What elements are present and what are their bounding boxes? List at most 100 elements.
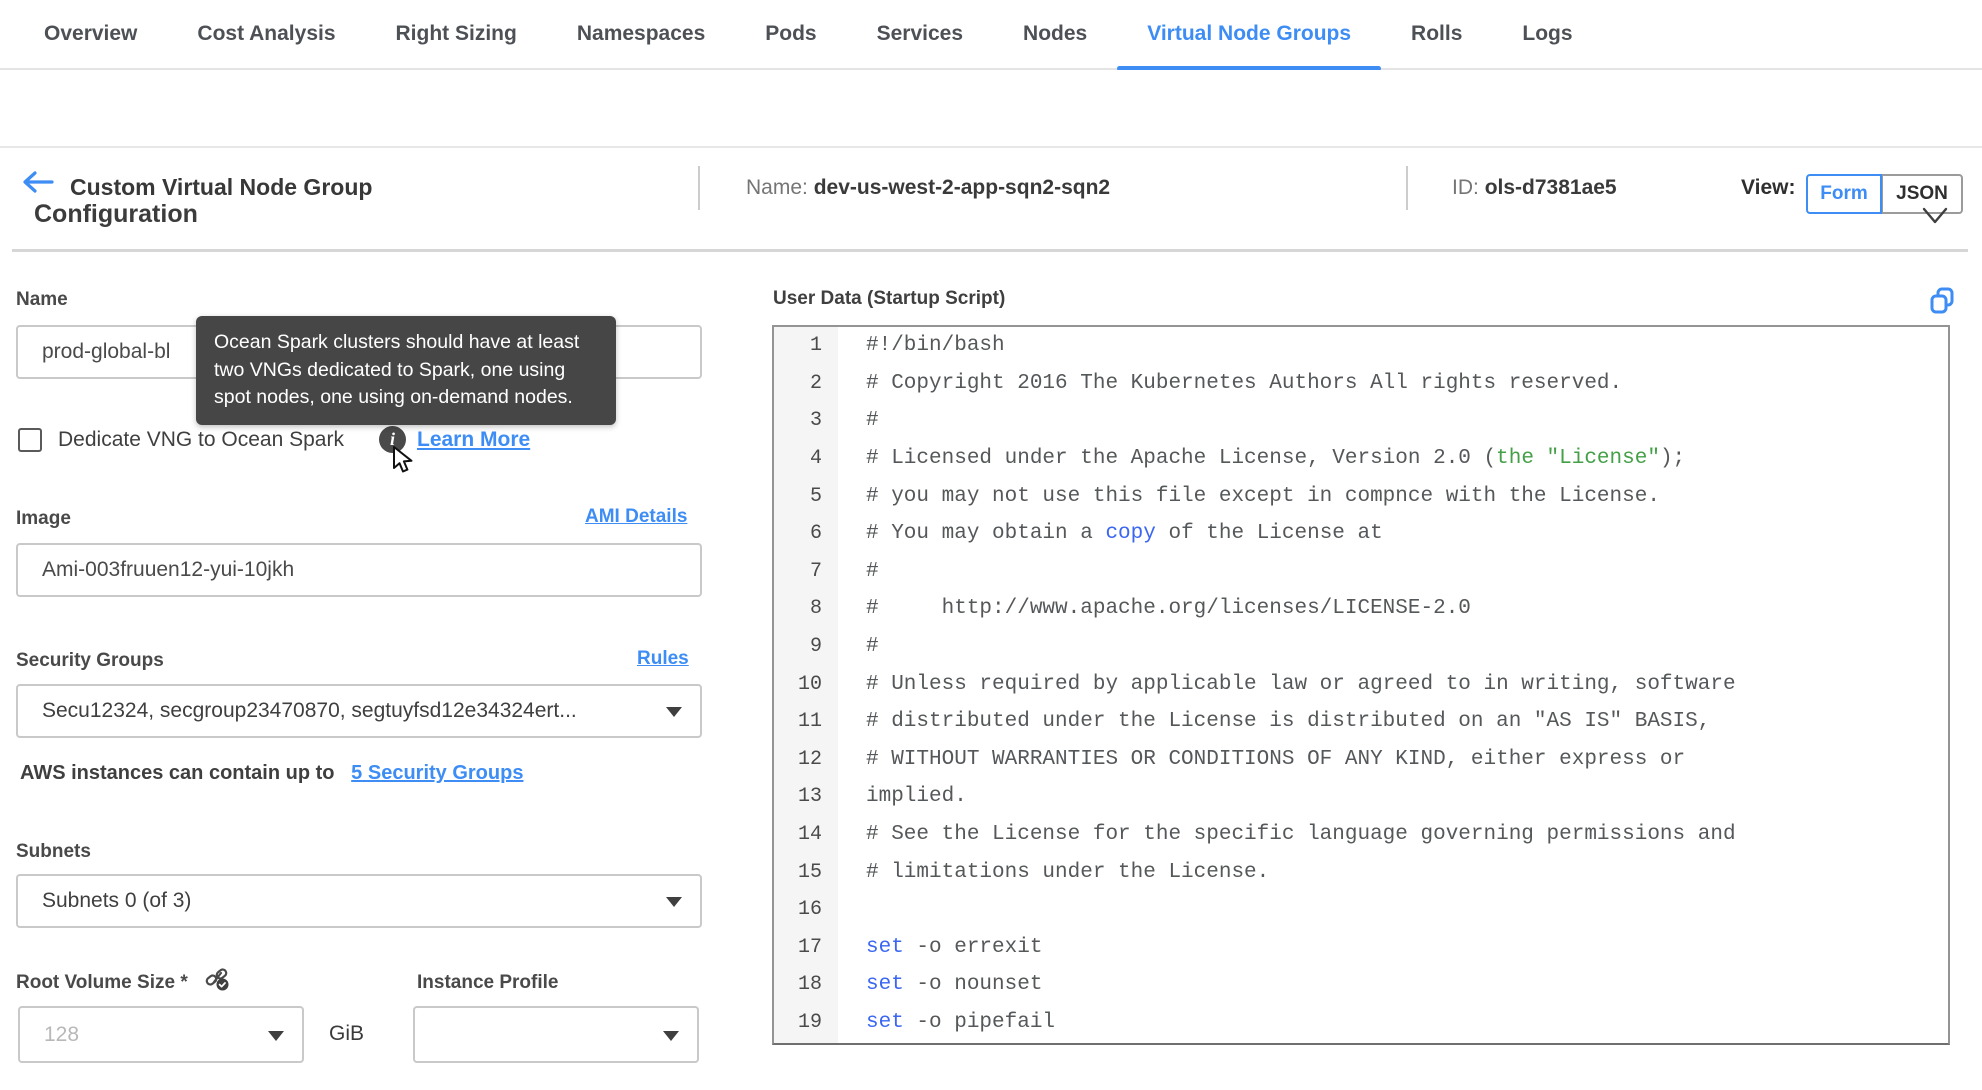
code-line[interactable]: 15 # limitations under the License. (774, 853, 1948, 891)
vng-name-value: dev-us-west-2-app-sqn2-sqn2 (813, 176, 1111, 199)
code-text: set -o nounset (866, 973, 1043, 997)
vng-id: ID: ols-d7381ae5 (1452, 176, 1617, 200)
code-text: # WITHOUT WARRANTIES OR CONDITIONS OF AN… (866, 747, 1686, 771)
configuration-section-title: Configuration (34, 200, 198, 228)
learn-more-link[interactable]: Learn More (417, 428, 530, 452)
tab-nodes[interactable]: Nodes (993, 0, 1117, 69)
code-line[interactable]: 17 set -o errexit (774, 929, 1948, 967)
code-text: # Copyright 2016 The Kubernetes Authors … (866, 371, 1623, 395)
tab-bar: Overview Cost Analysis Right Sizing Namespa… (0, 0, 1982, 71)
tab-cost-analysis[interactable]: Cost Analysis (167, 0, 365, 69)
header: Custom Virtual Node Group Name: dev-us-w… (0, 70, 1982, 214)
code-line[interactable]: 5 # you may not use this file except in c… (774, 477, 1948, 515)
view-label: View: (1741, 176, 1796, 199)
code-line[interactable]: 6 # You may obtain a copy of the License … (774, 515, 1948, 553)
vng-id-label: ID: (1452, 176, 1479, 199)
code-text: set -o errexit (866, 935, 1043, 959)
caret-down-icon (663, 1030, 679, 1041)
code-line[interactable]: 8 # http://www.apache.org/licenses/LICENS… (774, 590, 1948, 628)
security-groups-note: AWS instances can contain up to 5 Securi… (20, 762, 523, 785)
subnets-select[interactable]: Subnets 0 (of 3) (16, 874, 702, 928)
code-line[interactable]: 9 # (774, 628, 1948, 666)
page: Overview Cost Analysis Right Sizing Namespa… (0, 0, 1982, 1090)
line-number: 5 (809, 484, 822, 508)
security-groups-label: Security Groups (16, 650, 164, 671)
line-number: 12 (797, 747, 822, 771)
line-number: 16 (797, 898, 822, 922)
dedicate-vng-label: Dedicate VNG to Ocean Spark (58, 428, 344, 451)
view-form-button[interactable]: Form (1806, 174, 1882, 214)
security-groups-select[interactable]: Secu12324, secgroup23470870, segtuyfsd12… (16, 684, 702, 738)
code-text: # you may not use this file except in co… (866, 484, 1660, 508)
code-text: implied. (866, 785, 967, 809)
code-text: # http://www.apache.org/licenses/LICENSE… (866, 597, 1471, 621)
code-line[interactable]: 10 # Unless required by applicable law or… (774, 665, 1948, 703)
mouse-cursor-icon (393, 446, 413, 473)
code-line[interactable]: 4 # Licensed under the Apache License, Ve… (774, 440, 1948, 478)
code-text: # You may obtain a copy of the License a… (866, 522, 1383, 546)
page-title: Custom Virtual Node Group (70, 174, 373, 200)
instance-profile-select[interactable] (413, 1006, 699, 1063)
tab-virtual-node-groups[interactable]: Virtual Node Groups (1117, 0, 1381, 71)
root-volume-size-select[interactable]: 128 (18, 1006, 304, 1063)
subnets-label: Subnets (16, 841, 91, 862)
back-arrow-icon[interactable] (22, 170, 54, 194)
code-line[interactable]: 3 # (774, 402, 1948, 440)
line-number: 19 (797, 1010, 822, 1034)
code-line[interactable]: 14 # See the License for the specific lan… (774, 816, 1948, 854)
line-number: 11 (797, 710, 822, 734)
gib-unit-label: GiB (329, 1022, 365, 1045)
link-icon (205, 968, 229, 991)
root-volume-placeholder: 128 (44, 1022, 80, 1046)
ami-details-link[interactable]: AMI Details (585, 506, 687, 528)
code-line[interactable]: 7 # (774, 553, 1948, 591)
code-text: # (866, 409, 879, 433)
line-number: 15 (797, 860, 822, 884)
caret-down-icon (666, 707, 682, 717)
five-security-groups-link[interactable]: 5 Security Groups (351, 762, 523, 784)
ocean-spark-tooltip: Ocean Spark clusters should have at leas… (196, 316, 616, 426)
tab-right-sizing[interactable]: Right Sizing (366, 0, 547, 69)
chevron-down-icon[interactable] (1922, 206, 1948, 226)
tab-overview[interactable]: Overview (14, 0, 167, 69)
section-divider (12, 249, 1968, 252)
security-groups-value: Secu12324, secgroup23470870, segtuyfsd12… (42, 699, 577, 722)
line-number: 18 (797, 973, 822, 997)
code-text: #!/bin/bash (866, 334, 1005, 358)
dedicate-vng-checkbox[interactable] (18, 428, 42, 452)
tab-pods[interactable]: Pods (735, 0, 846, 69)
code-lines: 1 #!/bin/bash 2 # Copyright 2016 The Kubern… (774, 327, 1948, 1041)
caret-down-icon (666, 897, 682, 907)
name-field-label: Name (16, 289, 68, 310)
code-line[interactable]: 12 # WITHOUT WARRANTIES OR CONDITIONS OF … (774, 741, 1948, 779)
security-groups-note-text: AWS instances can contain up to (20, 762, 335, 784)
line-number: 14 (797, 823, 822, 847)
code-line[interactable]: 11 # distributed under the License is dis… (774, 703, 1948, 741)
line-number: 17 (797, 935, 822, 959)
image-input[interactable] (16, 543, 702, 597)
line-number: 2 (809, 371, 822, 395)
image-field-label: Image (16, 508, 71, 529)
code-line[interactable]: 18 set -o nounset (774, 966, 1948, 1004)
user-data-code-editor[interactable]: 1 #!/bin/bash 2 # Copyright 2016 The Kubern… (772, 325, 1950, 1045)
code-line[interactable]: 19 set -o pipefail (774, 1004, 1948, 1042)
code-line[interactable]: 1 #!/bin/bash (774, 327, 1948, 365)
tab-logs[interactable]: Logs (1492, 0, 1602, 69)
code-line[interactable]: 13 implied. (774, 778, 1948, 816)
line-number: 13 (797, 785, 822, 809)
tab-services[interactable]: Services (847, 0, 993, 69)
line-number: 4 (809, 447, 822, 471)
tab-rolls[interactable]: Rolls (1381, 0, 1492, 69)
code-text: # (866, 635, 879, 659)
line-number: 9 (809, 635, 822, 659)
rules-link[interactable]: Rules (637, 648, 689, 670)
code-text: # limitations under the License. (866, 860, 1270, 884)
code-line[interactable]: 16 (774, 891, 1948, 929)
copy-icon[interactable] (1928, 286, 1956, 316)
vng-name: Name: dev-us-west-2-app-sqn2-sqn2 (746, 176, 1110, 200)
line-number: 1 (809, 334, 822, 358)
code-text: # Licensed under the Apache License, Ver… (866, 447, 1686, 471)
code-line[interactable]: 2 # Copyright 2016 The Kubernetes Authors… (774, 365, 1948, 403)
tab-namespaces[interactable]: Namespaces (547, 0, 735, 69)
code-text: set -o pipefail (866, 1010, 1056, 1034)
